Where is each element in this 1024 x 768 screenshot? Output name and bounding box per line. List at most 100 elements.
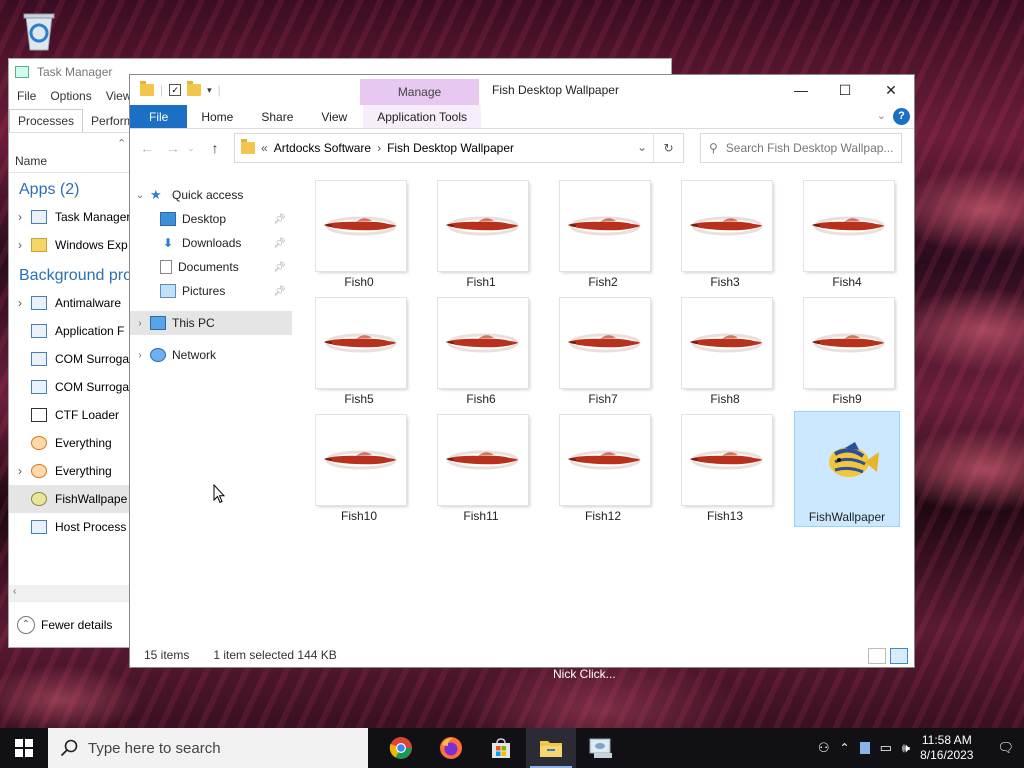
file-tile[interactable]: Fish7 [550, 294, 656, 410]
column-name[interactable]: Name [15, 154, 47, 168]
file-explorer-icon[interactable] [526, 728, 576, 768]
magnifier-icon [31, 436, 47, 450]
process-name: Antimalware [55, 296, 122, 310]
expand-chevron-icon[interactable]: › [9, 464, 31, 478]
recent-locations-icon[interactable]: ⌄ [186, 143, 196, 154]
file-tile[interactable]: Fish0 [306, 177, 412, 293]
new-folder-icon[interactable] [187, 81, 202, 96]
breadcrumb-artdocks[interactable]: Artdocks Software [274, 141, 371, 155]
close-icon[interactable]: ✕ [868, 75, 914, 105]
computer-icon [150, 316, 166, 330]
search-box[interactable]: ⚲ Search Fish Desktop Wallpap... [700, 133, 902, 163]
address-dropdown-icon[interactable]: ⌄ [637, 140, 647, 154]
expand-chevron-icon[interactable]: › [130, 318, 150, 329]
up-arrow-icon[interactable]: ↑ [202, 140, 228, 156]
file-tile[interactable]: Fish5 [306, 294, 412, 410]
file-tile[interactable]: Fish12 [550, 411, 656, 527]
file-tile[interactable]: Fish6 [428, 294, 534, 410]
action-center-icon[interactable]: 🗨︎ [997, 740, 1014, 756]
manage-context-tab[interactable]: Manage [360, 79, 479, 105]
explorer-titlebar[interactable]: | ✓ ▾ | Manage Fish Desktop Wallpaper — … [130, 75, 914, 105]
nav-network[interactable]: › Network [130, 343, 292, 367]
file-tile[interactable]: Fish2 [550, 177, 656, 293]
fish-app-icon[interactable] [576, 728, 626, 768]
help-icon[interactable]: ? [893, 108, 910, 125]
process-name: Task Manager [55, 210, 131, 224]
taskbar-search-box[interactable]: Type here to search [48, 728, 368, 768]
tab-home[interactable]: Home [187, 105, 247, 128]
battery-icon[interactable] [859, 742, 870, 754]
pen-icon [31, 408, 47, 422]
file-tile[interactable]: Fish11 [428, 411, 534, 527]
people-icon[interactable]: ⚇ [818, 740, 830, 756]
breadcrumb-separator[interactable]: › [377, 141, 381, 155]
red-fish-thumbnail [316, 415, 406, 505]
nav-downloads[interactable]: ⬇ Downloads 📌︎ [130, 231, 292, 255]
firefox-icon[interactable] [426, 728, 476, 768]
menu-options[interactable]: Options [50, 89, 91, 103]
pin-icon[interactable]: 📌︎ [273, 238, 286, 249]
tab-application-tools[interactable]: Application Tools [363, 105, 482, 128]
expand-chevron-icon[interactable]: › [9, 296, 31, 310]
scroll-left-icon[interactable]: ‹ [13, 586, 16, 597]
maximize-icon[interactable]: ☐ [822, 75, 868, 105]
tab-view[interactable]: View [307, 105, 361, 128]
chrome-icon[interactable] [376, 728, 426, 768]
nav-label: Downloads [182, 236, 242, 250]
refresh-icon[interactable]: ↻ [653, 134, 683, 162]
collapse-chevron-icon[interactable]: ⌄ [130, 190, 150, 201]
expand-chevron-icon[interactable]: › [130, 350, 150, 361]
nav-desktop[interactable]: Desktop 📌︎ [130, 207, 292, 231]
file-name: Fish1 [466, 275, 496, 289]
windows-start-icon[interactable] [0, 728, 48, 768]
desktop-caption: Nick Click... [553, 667, 616, 681]
expand-chevron-icon[interactable]: › [9, 238, 31, 252]
horizontal-scrollbar[interactable]: ‹ [9, 585, 129, 601]
menu-file[interactable]: File [17, 89, 36, 103]
taskbar-clock[interactable]: 11:58 AM 8/16/2023 [920, 733, 973, 763]
sort-chevron-icon[interactable]: ⌃ [117, 137, 126, 150]
expand-ribbon-icon[interactable]: ⌄ [877, 109, 886, 122]
forward-arrow-icon[interactable]: → [166, 140, 180, 156]
breadcrumb-fish-desktop-wallpaper[interactable]: Fish Desktop Wallpaper [387, 141, 514, 155]
store-icon[interactable] [476, 728, 526, 768]
file-tile[interactable]: Fish9 [794, 294, 900, 410]
nav-documents[interactable]: Documents 📌︎ [130, 255, 292, 279]
minimize-icon[interactable]: — [778, 75, 824, 105]
menu-view[interactable]: View [106, 89, 132, 103]
file-tile[interactable]: Fish10 [306, 411, 412, 527]
nav-pictures[interactable]: Pictures 📌︎ [130, 279, 292, 303]
properties-icon[interactable]: ✓ [169, 84, 182, 96]
clock-date: 8/16/2023 [920, 748, 974, 762]
large-icons-view-icon[interactable] [890, 648, 908, 664]
back-arrow-icon[interactable]: ← [134, 140, 160, 156]
nav-quick-access[interactable]: ⌄ ★ Quick access [130, 183, 292, 207]
fish-icon [31, 492, 47, 506]
file-tile[interactable]: Fish3 [672, 177, 778, 293]
customize-toolbar-icon[interactable]: ▾ [207, 85, 212, 96]
pin-icon[interactable]: 📌︎ [273, 214, 286, 225]
show-hidden-icons-icon[interactable]: ⌃ [840, 741, 850, 755]
fewer-details-button[interactable]: ⌃ Fewer details [9, 601, 129, 647]
file-tile[interactable]: Fish8 [672, 294, 778, 410]
process-icon [31, 380, 47, 394]
pin-icon[interactable]: 📌︎ [273, 262, 286, 273]
details-view-icon[interactable] [868, 648, 886, 664]
pin-icon[interactable]: 📌︎ [273, 286, 286, 297]
file-tile[interactable]: Fish4 [794, 177, 900, 293]
recycle-bin-icon[interactable] [18, 8, 60, 52]
tab-share[interactable]: Share [247, 105, 307, 128]
file-tile-selected[interactable]: FishWallpaper [794, 411, 900, 527]
tab-file[interactable]: File [130, 105, 188, 128]
tab-processes[interactable]: Processes [9, 109, 84, 132]
address-bar[interactable]: « Artdocks Software › Fish Desktop Wallp… [234, 133, 684, 163]
nav-this-pc[interactable]: › This PC [130, 311, 292, 335]
process-name: Everything [55, 464, 112, 478]
breadcrumb-overflow[interactable]: « [261, 141, 268, 155]
network-tray-icon[interactable]: ▭ [880, 740, 892, 756]
file-tile[interactable]: Fish1 [428, 177, 534, 293]
volume-icon[interactable]: 🕪︎ [902, 740, 910, 756]
file-tile[interactable]: Fish13 [672, 411, 778, 527]
expand-chevron-icon[interactable]: › [9, 210, 31, 224]
